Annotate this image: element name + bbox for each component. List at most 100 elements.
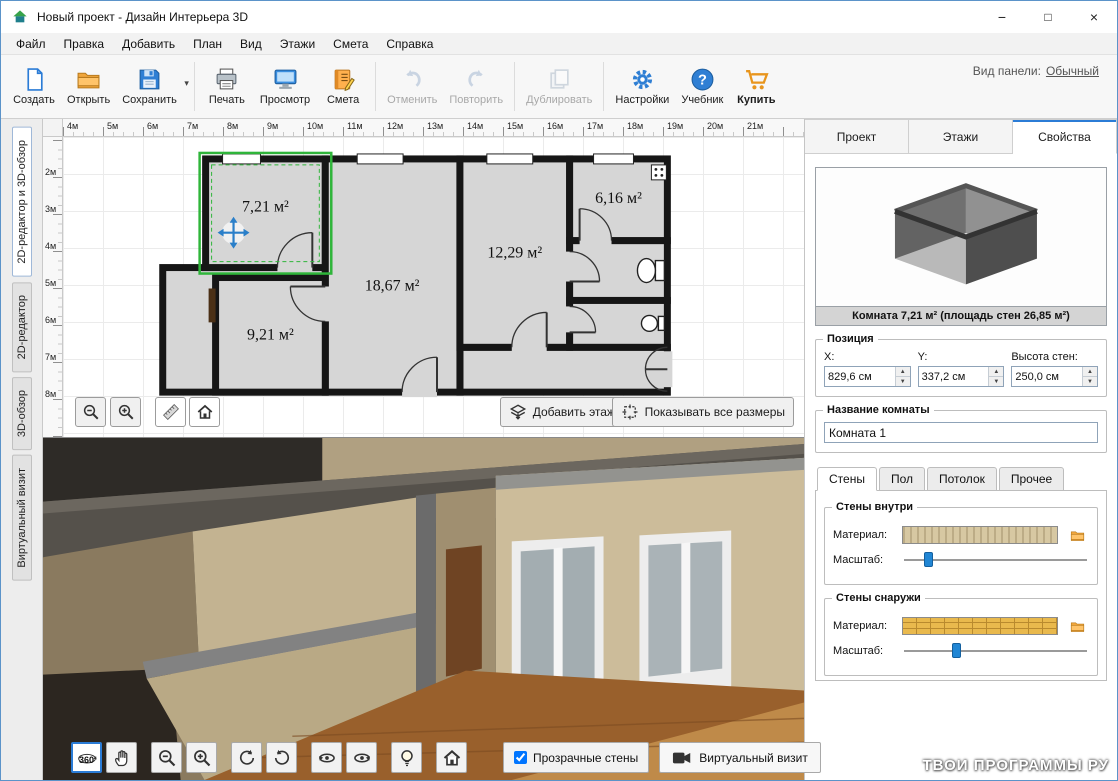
spin-up-icon[interactable]: ▲ bbox=[989, 367, 1004, 377]
spin-down-icon[interactable]: ▼ bbox=[989, 377, 1004, 386]
show-dimensions-label: Показывать все размеры bbox=[644, 405, 785, 419]
settings-button[interactable]: Настройки bbox=[609, 58, 675, 116]
settings-label: Настройки bbox=[615, 94, 670, 106]
y-input[interactable] bbox=[918, 367, 989, 386]
show-dimensions-button[interactable]: Показывать все размеры bbox=[611, 397, 794, 427]
panel-view-value-link[interactable]: Обычный bbox=[1046, 64, 1099, 78]
inner-material-swatch[interactable] bbox=[902, 526, 1058, 544]
menu-add[interactable]: Добавить bbox=[113, 33, 184, 54]
tab-properties[interactable]: Свойства bbox=[1013, 119, 1117, 154]
spin-up-icon[interactable]: ▲ bbox=[895, 367, 910, 377]
menu-view[interactable]: Вид bbox=[231, 33, 271, 54]
toolbar-separator bbox=[514, 62, 516, 111]
preview-button[interactable]: Просмотр bbox=[254, 58, 316, 116]
outer-material-swatch[interactable] bbox=[902, 617, 1058, 635]
tab-3d-view[interactable]: 3D-обзор bbox=[11, 377, 32, 451]
tab-ceiling[interactable]: Потолок bbox=[927, 467, 997, 491]
transparent-walls-checkbox[interactable] bbox=[514, 751, 527, 764]
tab-virtual-visit[interactable]: Виртуальный визит bbox=[11, 455, 32, 581]
ruler-label: 9м bbox=[267, 121, 279, 131]
room-name-groupbox: Название комнаты bbox=[815, 404, 1107, 453]
measure-ruler-button[interactable] bbox=[155, 397, 186, 427]
ruler-label: 21м bbox=[747, 121, 764, 131]
outer-material-browse-button[interactable] bbox=[1065, 617, 1089, 635]
folder-icon bbox=[1068, 619, 1087, 634]
close-button[interactable]: × bbox=[1071, 1, 1117, 33]
3d-scene[interactable] bbox=[43, 438, 804, 780]
spin-down-icon[interactable]: ▼ bbox=[895, 377, 910, 386]
menu-file[interactable]: Файл bbox=[7, 33, 55, 54]
plan-canvas[interactable]: 7,21 м² 18,67 м² 12,29 м² 6,16 м² 9,21 м… bbox=[63, 137, 804, 437]
ruler-label: 13м bbox=[427, 121, 444, 131]
duplicate-label: Дублировать bbox=[526, 94, 593, 106]
tutorial-label: Учебник bbox=[681, 94, 724, 106]
spin-down-icon[interactable]: ▼ bbox=[1083, 377, 1098, 386]
menu-floors[interactable]: Этажи bbox=[271, 33, 324, 54]
mode-360-button[interactable]: 360 bbox=[71, 742, 102, 773]
tab-project[interactable]: Проект bbox=[805, 119, 909, 154]
virtual-visit-label: Виртуальный визит bbox=[699, 750, 808, 765]
wall-height-label: Высота стен: bbox=[1011, 351, 1078, 363]
room-18-67[interactable] bbox=[321, 155, 464, 396]
outer-scale-slider[interactable] bbox=[902, 642, 1089, 659]
maximize-button[interactable]: □ bbox=[1025, 1, 1071, 33]
print-button[interactable]: Печать bbox=[200, 58, 254, 116]
open-label: Открыть bbox=[67, 94, 111, 106]
save-dropdown-caret-icon[interactable]: ▾ bbox=[184, 78, 189, 89]
slider-thumb[interactable] bbox=[924, 552, 934, 567]
help-question-icon: ? bbox=[690, 67, 715, 92]
tab-other[interactable]: Прочее bbox=[998, 467, 1065, 491]
spin-up-icon[interactable]: ▲ bbox=[1083, 367, 1098, 377]
interior-door bbox=[445, 545, 482, 677]
tutorial-button[interactable]: ? Учебник bbox=[675, 58, 729, 116]
slider-track[interactable] bbox=[904, 650, 1087, 652]
slider-thumb[interactable] bbox=[952, 643, 962, 658]
window-title: Новый проект - Дизайн Интерьера 3D bbox=[37, 10, 249, 24]
buy-label: Купить bbox=[737, 94, 776, 106]
tab-2d-editor[interactable]: 2D-редактор bbox=[11, 281, 32, 372]
zoom-in-3d-button[interactable] bbox=[186, 742, 217, 773]
redo-button: Повторить bbox=[443, 58, 509, 116]
menu-help[interactable]: Справка bbox=[377, 33, 442, 54]
tab-2d-and-3d[interactable]: 2D-редактор и 3D-обзор bbox=[11, 127, 32, 277]
wall-height-input[interactable] bbox=[1012, 367, 1083, 386]
save-button[interactable]: Сохранить ▾ bbox=[116, 58, 189, 116]
menu-plan[interactable]: План bbox=[184, 33, 231, 54]
virtual-visit-button[interactable]: Виртуальный визит bbox=[659, 742, 821, 773]
minimize-button[interactable]: − bbox=[979, 1, 1025, 33]
zoom-in-2d-button[interactable] bbox=[110, 397, 141, 427]
inner-material-label: Материал: bbox=[833, 529, 888, 541]
open-button[interactable]: Открыть bbox=[61, 58, 116, 116]
tab-walls[interactable]: Стены bbox=[817, 467, 877, 491]
zoom-out-3d-button[interactable] bbox=[151, 742, 182, 773]
ruler-label: 18м bbox=[627, 121, 644, 131]
redo-arrow-icon bbox=[464, 67, 489, 92]
hallway-right[interactable] bbox=[456, 343, 671, 396]
room-name-input[interactable] bbox=[824, 422, 1098, 443]
rotate-cw-button[interactable] bbox=[266, 742, 297, 773]
x-input[interactable] bbox=[825, 367, 895, 386]
zoom-in-icon bbox=[192, 748, 212, 768]
menu-estimate[interactable]: Смета bbox=[324, 33, 377, 54]
estimate-button[interactable]: Смета bbox=[316, 58, 370, 116]
rotate-ccw-icon bbox=[237, 748, 257, 768]
home-2d-button[interactable] bbox=[189, 397, 220, 427]
inner-material-browse-button[interactable] bbox=[1065, 526, 1089, 544]
orbit-left-button[interactable] bbox=[311, 742, 342, 773]
floor-plan[interactable]: 7,21 м² 18,67 м² 12,29 м² 6,16 м² 9,21 м… bbox=[63, 137, 804, 437]
rotate-ccw-button[interactable] bbox=[231, 742, 262, 773]
add-floor-button[interactable]: Добавить этаж bbox=[499, 397, 624, 427]
home-3d-button[interactable] bbox=[436, 742, 467, 773]
walls-outer-title: Стены снаружи bbox=[832, 592, 925, 604]
orbit-right-button[interactable] bbox=[346, 742, 377, 773]
pan-hand-button[interactable] bbox=[106, 742, 137, 773]
tab-floor[interactable]: Пол bbox=[878, 467, 925, 491]
inner-scale-slider[interactable] bbox=[902, 551, 1089, 568]
zoom-out-2d-button[interactable] bbox=[75, 397, 106, 427]
toolbar-separator bbox=[375, 62, 377, 111]
buy-button[interactable]: Купить bbox=[729, 58, 783, 116]
create-button[interactable]: Создать bbox=[7, 58, 61, 116]
tab-floors[interactable]: Этажи bbox=[909, 119, 1013, 154]
menu-edit[interactable]: Правка bbox=[55, 33, 114, 54]
lighting-button[interactable] bbox=[391, 742, 422, 773]
